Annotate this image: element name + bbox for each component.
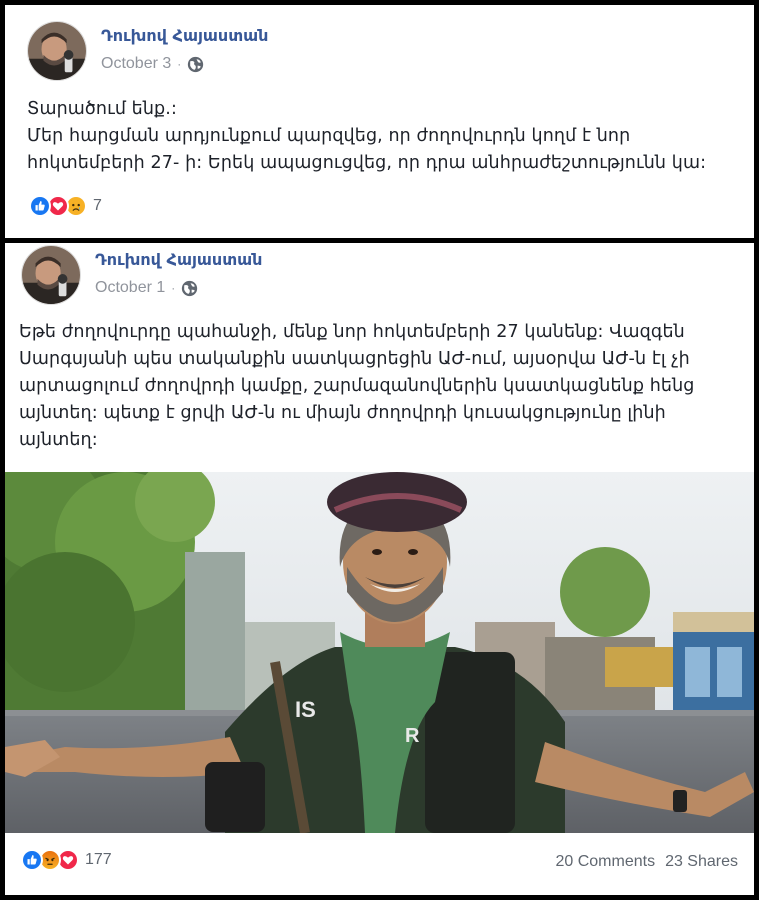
- post-text: Եթե ժողովուրդը պահանջի, մենք նոր հոկտեմբ…: [19, 319, 694, 454]
- post-meta: October 1 ·: [95, 279, 198, 297]
- meta-separator: ·: [171, 281, 176, 295]
- author-avatar[interactable]: [21, 245, 81, 305]
- svg-text:R: R: [405, 725, 420, 747]
- post-text-line: Տարածում ենք.:: [27, 99, 177, 119]
- like-icon: [21, 849, 43, 871]
- reaction-count[interactable]: 177: [85, 851, 112, 869]
- like-icon: [29, 195, 51, 217]
- reactions-bar[interactable]: 7: [29, 195, 102, 217]
- post-card-2: Դուխով Հայաստան October 1 · Եթե ժողովուր…: [5, 243, 754, 895]
- post-text: Տարածում ենք.: Մեր հարցման արդյունքում պ…: [27, 96, 706, 177]
- svg-text:IS: IS: [295, 697, 316, 722]
- post-photo[interactable]: IS R: [5, 472, 754, 833]
- post-card-1: Դուխով Հայաստան October 3 · Տարածում ենք…: [5, 5, 754, 238]
- author-avatar[interactable]: [27, 21, 87, 81]
- post-text-line: այնտեղ: պետք է ցրվի ԱԺ-ն ու միայն ժողովր…: [19, 403, 666, 423]
- post-meta: October 3 ·: [101, 55, 204, 73]
- meta-separator: ·: [177, 57, 182, 71]
- post-date[interactable]: October 1: [95, 279, 165, 297]
- post-text-line: այնտեղ:: [19, 430, 98, 450]
- engagement-stats: 20 Comments 23 Shares: [555, 853, 738, 871]
- reactions-bar[interactable]: 177: [21, 849, 112, 871]
- post-text-line: հոկտեմբերի 27- ի: Երեկ ապացուցվեց, որ դր…: [27, 153, 707, 173]
- post-text-line: Սարգսյանի պես տականքին սատկացրեցին ԱԺ-ու…: [19, 349, 690, 369]
- post-date[interactable]: October 3: [101, 55, 171, 73]
- comments-count[interactable]: 20 Comments: [555, 853, 655, 871]
- shares-count[interactable]: 23 Shares: [665, 853, 738, 871]
- globe-icon[interactable]: [181, 280, 198, 297]
- post-text-line: արտացոլում ժողովրդի կամքը, շարմազանովներ…: [19, 376, 695, 396]
- post-text-line: Եթե ժողովուրդը պահանջի, մենք նոր հոկտեմբ…: [19, 322, 685, 342]
- post-text-line: Մեր հարցման արդյունքում պարզվեց, որ ժողո…: [27, 126, 631, 146]
- author-name[interactable]: Դուխով Հայաստան: [101, 26, 268, 45]
- author-name[interactable]: Դուխով Հայաստան: [95, 250, 262, 269]
- globe-icon[interactable]: [187, 56, 204, 73]
- reaction-count[interactable]: 7: [93, 197, 102, 215]
